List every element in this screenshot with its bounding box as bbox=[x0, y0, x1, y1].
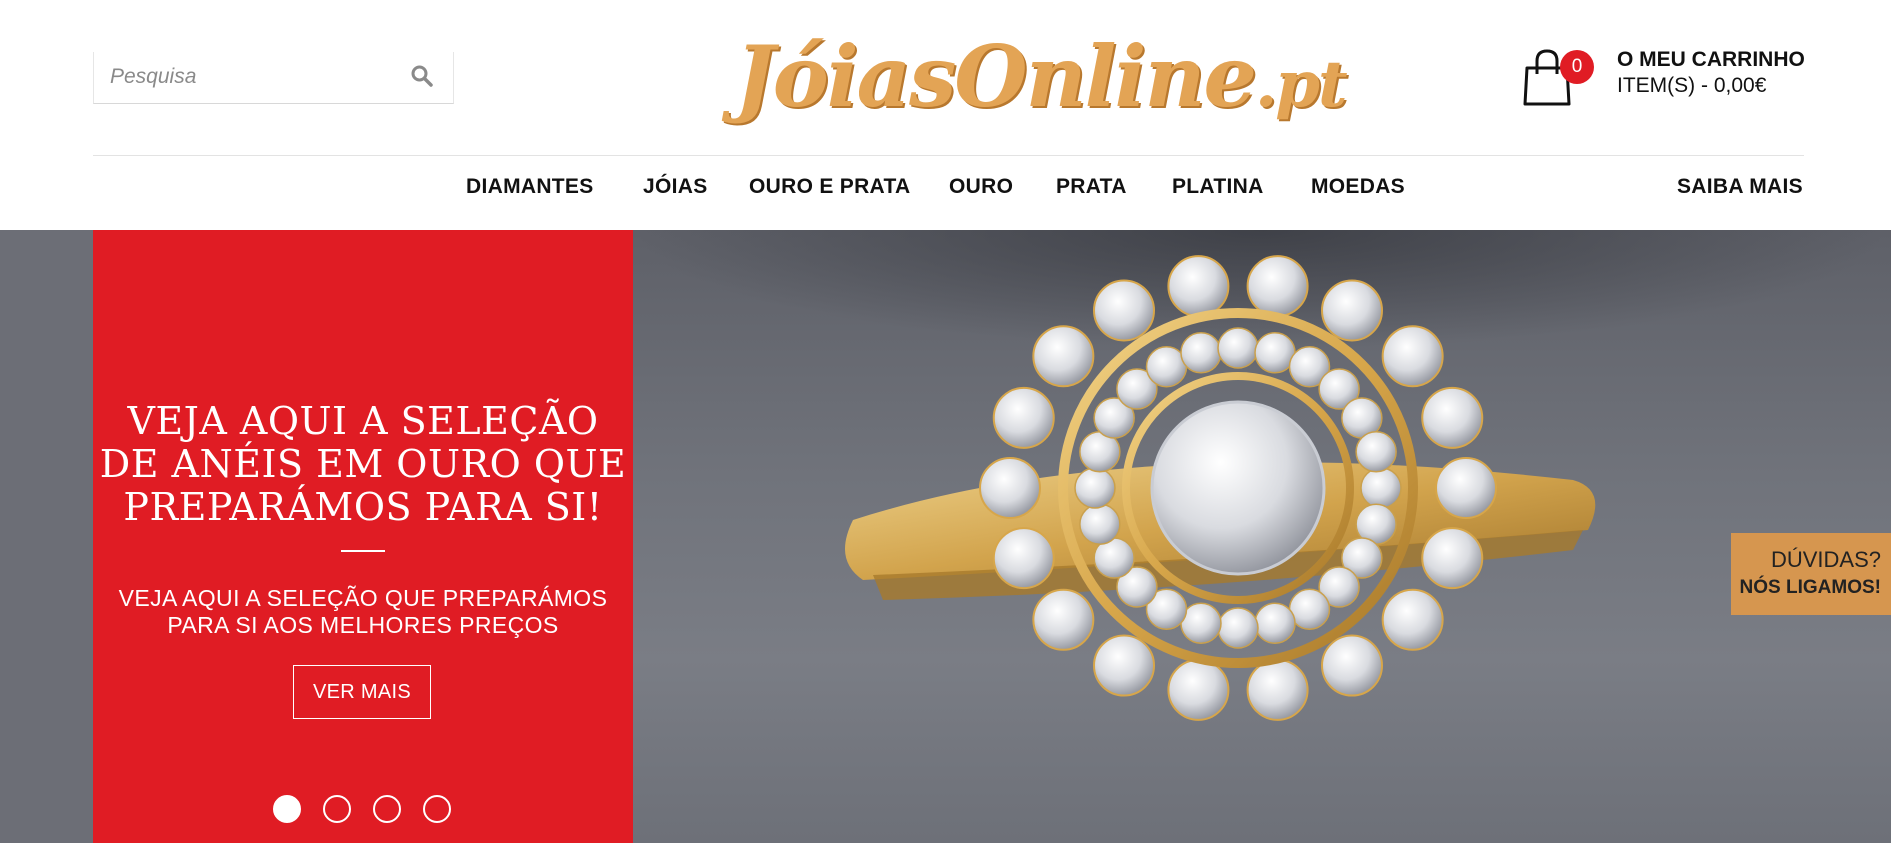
nav-item-moedas[interactable]: MOEDAS bbox=[1311, 175, 1405, 199]
slider-dot-4[interactable] bbox=[423, 795, 451, 823]
nav-item-ouro[interactable]: OURO bbox=[949, 175, 1013, 199]
search-input[interactable] bbox=[94, 52, 394, 102]
search-icon[interactable] bbox=[409, 63, 435, 89]
callback-tab[interactable]: DÚVIDAS? NÓS LIGAMOS! bbox=[1731, 533, 1891, 615]
nav-item-joias[interactable]: JÓIAS bbox=[643, 175, 708, 199]
main-nav: DIAMANTES JÓIAS OURO E PRATA OURO PRATA … bbox=[0, 175, 1891, 211]
hero-divider bbox=[341, 550, 385, 552]
logo-tld: .pt bbox=[1254, 47, 1348, 122]
hero-subtitle: VEJA AQUI A SELEÇÃO QUE PREPARÁMOS PARA … bbox=[118, 585, 608, 638]
slider-dot-1[interactable] bbox=[273, 795, 301, 823]
cart-title: O MEU CARRINHO bbox=[1617, 48, 1805, 71]
search-box bbox=[93, 52, 454, 104]
logo-main: JóiasOnline bbox=[735, 27, 1257, 126]
nav-item-platina[interactable]: PLATINA bbox=[1172, 175, 1264, 199]
callback-cta: NÓS LIGAMOS! bbox=[1739, 577, 1881, 598]
header-divider bbox=[93, 155, 1804, 156]
ver-mais-button[interactable]: VER MAIS bbox=[293, 665, 431, 719]
ring-image bbox=[845, 255, 1596, 721]
cart-summary: ITEM(S) - 0,00€ bbox=[1617, 74, 1767, 97]
nav-item-prata[interactable]: PRATA bbox=[1056, 175, 1127, 199]
cart-count-badge: 0 bbox=[1560, 50, 1594, 84]
promo-panel: VEJA AQUI A SELEÇÃO DE ANÉIS EM OURO QUE… bbox=[93, 230, 633, 843]
slider-dots bbox=[273, 795, 473, 825]
slider-dot-2[interactable] bbox=[323, 795, 351, 823]
nav-item-ouro-e-prata[interactable]: OURO E PRATA bbox=[749, 175, 911, 199]
hero-title: VEJA AQUI A SELEÇÃO DE ANÉIS EM OURO QUE… bbox=[99, 399, 627, 529]
cart-widget[interactable]: 0 O MEU CARRINHO ITEM(S) - 0,00€ bbox=[1522, 48, 1805, 108]
nav-item-saiba-mais[interactable]: SAIBA MAIS bbox=[1677, 175, 1803, 199]
slider-dot-3[interactable] bbox=[373, 795, 401, 823]
hero-slider: VEJA AQUI A SELEÇÃO DE ANÉIS EM OURO QUE… bbox=[0, 230, 1891, 843]
hero-backdrop-left bbox=[0, 230, 93, 843]
callback-question: DÚVIDAS? bbox=[1770, 547, 1881, 572]
nav-item-diamantes[interactable]: DIAMANTES bbox=[466, 175, 594, 199]
site-logo[interactable]: JóiasOnline.pt bbox=[735, 22, 1348, 132]
site-header: JóiasOnline.pt 0 O MEU CARRINHO ITEM(S) … bbox=[0, 0, 1891, 230]
